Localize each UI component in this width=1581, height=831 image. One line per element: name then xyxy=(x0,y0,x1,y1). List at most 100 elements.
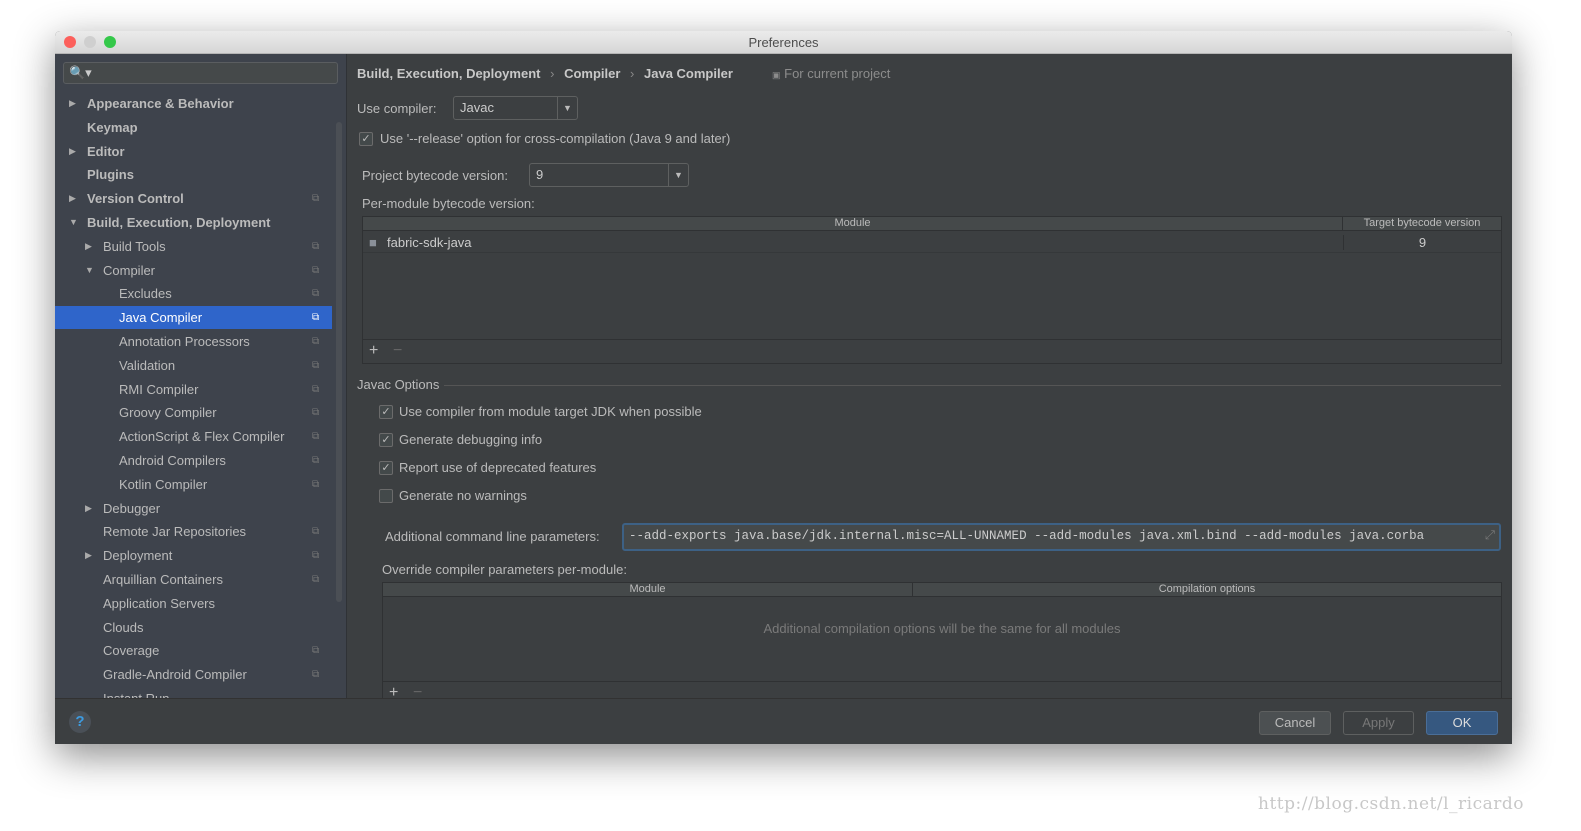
sidebar-item[interactable]: Android Compilers ⧉ xyxy=(55,449,332,472)
sidebar-item[interactable]: Application Servers xyxy=(55,592,332,615)
javac-option-checkbox[interactable]: ✓ xyxy=(379,461,393,475)
table-header: Module Compilation options xyxy=(383,583,1501,597)
project-scope-icon: ⧉ xyxy=(312,431,320,443)
javac-option-checkbox[interactable]: ✓ xyxy=(379,405,393,419)
sidebar-item[interactable]: ▶ Deployment ⧉ xyxy=(55,544,332,567)
collapsed-arrow-icon[interactable]: ▶ xyxy=(85,544,92,567)
sidebar-item[interactable]: Groovy Compiler ⧉ xyxy=(55,401,332,424)
sidebar-item-label: Java Compiler xyxy=(119,310,203,326)
column-header-module[interactable]: Module xyxy=(383,583,913,596)
column-header-target-version[interactable]: Target bytecode version xyxy=(1343,217,1501,230)
sidebar-item-label: Coverage xyxy=(103,643,160,659)
bytecode-version-select[interactable]: 9 ▼ xyxy=(529,163,689,187)
collapsed-arrow-icon[interactable]: ▶ xyxy=(69,140,76,163)
sidebar-item[interactable]: Instant Run xyxy=(55,687,332,698)
sidebar-item-label: Build Tools xyxy=(103,238,166,254)
compiler-value: Javac xyxy=(460,100,494,115)
release-option-checkbox[interactable]: ✓ xyxy=(359,132,373,146)
command-line-params-value: --add-exports java.base/jdk.internal.mis… xyxy=(629,529,1425,543)
sidebar-item-label: Clouds xyxy=(103,619,144,635)
sidebar-item[interactable]: ▶ Appearance & Behavior xyxy=(55,92,332,115)
minimize-window-button[interactable] xyxy=(84,36,96,48)
sidebar-item[interactable]: RMI Compiler ⧉ xyxy=(55,378,332,401)
project-scope-icon: ⧉ xyxy=(312,550,320,562)
sidebar-item[interactable]: Kotlin Compiler ⧉ xyxy=(55,473,332,496)
apply-button[interactable]: Apply xyxy=(1343,711,1414,735)
sidebar-item-label: Build, Execution, Deployment xyxy=(87,215,271,230)
sidebar-item[interactable]: ActionScript & Flex Compiler ⧉ xyxy=(55,425,332,448)
ok-button[interactable]: OK xyxy=(1426,711,1498,735)
sidebar-item[interactable]: ▶ Editor xyxy=(55,140,332,163)
sidebar-item-label: Kotlin Compiler xyxy=(119,476,208,492)
target-version-cell[interactable]: 9 xyxy=(1343,235,1501,250)
sidebar-item[interactable]: Annotation Processors ⧉ xyxy=(55,330,332,353)
sidebar-item[interactable]: Coverage ⧉ xyxy=(55,639,332,662)
collapsed-arrow-icon[interactable]: ▶ xyxy=(69,187,76,210)
sidebar-item[interactable]: Remote Jar Repositories ⧉ xyxy=(55,520,332,543)
command-line-params-input[interactable]: --add-exports java.base/jdk.internal.mis… xyxy=(622,523,1501,551)
column-header-compilation-options[interactable]: Compilation options xyxy=(913,583,1501,596)
project-scope-icon: ⧉ xyxy=(312,359,320,371)
javac-option-checkbox[interactable] xyxy=(379,489,393,503)
sidebar-item[interactable]: ▼ Build, Execution, Deployment xyxy=(55,211,332,234)
sidebar-item[interactable]: Gradle-Android Compiler ⧉ xyxy=(55,663,332,686)
sidebar-item[interactable]: ▼ Compiler ⧉ xyxy=(55,259,332,282)
zoom-window-button[interactable] xyxy=(104,36,116,48)
search-icon: 🔍▾ xyxy=(69,65,92,80)
sidebar-item[interactable]: Validation ⧉ xyxy=(55,354,332,377)
sidebar-item[interactable]: Arquillian Containers ⧉ xyxy=(55,568,332,591)
sidebar-item[interactable]: Keymap xyxy=(55,116,332,139)
project-scope-icon: ⧉ xyxy=(312,264,320,276)
project-scope-icon: ⧉ xyxy=(312,645,320,657)
sidebar-item-label: Validation xyxy=(119,357,176,373)
breadcrumb-item[interactable]: Build, Execution, Deployment xyxy=(357,66,540,81)
expanded-arrow-icon[interactable]: ▼ xyxy=(85,259,94,282)
javac-option-label: Use compiler from module target JDK when… xyxy=(399,404,702,419)
command-line-params-label: Additional command line parameters: xyxy=(385,529,600,544)
close-window-button[interactable] xyxy=(64,36,76,48)
collapsed-arrow-icon[interactable]: ▶ xyxy=(85,497,92,520)
sidebar-item[interactable]: Excludes ⧉ xyxy=(55,282,332,305)
sidebar-item[interactable]: Java Compiler ⧉ xyxy=(55,306,332,330)
table-row[interactable]: ■ fabric-sdk-java 9 xyxy=(363,232,1501,253)
sidebar-item[interactable]: ▶ Build Tools ⧉ xyxy=(55,235,332,258)
breadcrumb-item: Java Compiler xyxy=(644,66,733,81)
bytecode-version-value: 9 xyxy=(536,167,544,182)
project-scope-icon: ⧉ xyxy=(312,574,320,585)
breadcrumb-item[interactable]: Compiler xyxy=(564,66,620,81)
sidebar-item[interactable]: Clouds xyxy=(55,616,332,639)
scope-indicator: ▣ For current project xyxy=(772,66,890,81)
chevron-down-icon: ▼ xyxy=(668,164,688,186)
project-scope-icon: ⧉ xyxy=(312,669,320,681)
cancel-button[interactable]: Cancel xyxy=(1259,711,1331,735)
sidebar-item-label: ActionScript & Flex Compiler xyxy=(119,429,285,445)
settings-search-input[interactable]: 🔍▾ xyxy=(63,62,338,84)
sidebar-item-label: Gradle-Android Compiler xyxy=(103,667,247,683)
project-scope-icon: ⧉ xyxy=(312,240,320,252)
collapsed-arrow-icon[interactable]: ▶ xyxy=(69,92,76,115)
sidebar-scrollbar[interactable] xyxy=(336,122,342,602)
sidebar-item[interactable]: Plugins xyxy=(55,163,332,186)
project-scope-icon: ⧉ xyxy=(312,478,320,490)
sidebar-item[interactable]: ▶ Version Control ⧉ xyxy=(55,187,332,210)
collapsed-arrow-icon[interactable]: ▶ xyxy=(85,235,92,258)
empty-table-text: Additional compilation options will be t… xyxy=(763,621,1121,636)
preferences-window: Preferences 🔍▾ ▶ Appearance & Behavior Key… xyxy=(55,31,1512,744)
compiler-select[interactable]: Javac ▼ xyxy=(453,96,578,120)
remove-icon[interactable]: − xyxy=(393,342,402,360)
project-scope-icon: ⧉ xyxy=(312,193,320,205)
sidebar-item-label: Keymap xyxy=(87,119,138,135)
table-toolbar: + − xyxy=(363,339,1501,363)
help-button[interactable]: ? xyxy=(69,711,91,733)
title-bar: Preferences xyxy=(55,31,1512,54)
sidebar-item[interactable]: ▶ Debugger xyxy=(55,497,332,520)
column-header-module[interactable]: Module xyxy=(363,217,1343,230)
add-icon[interactable]: + xyxy=(369,342,378,360)
expand-icon[interactable]: ⤢ xyxy=(1485,529,1495,543)
expanded-arrow-icon[interactable]: ▼ xyxy=(69,211,78,234)
sidebar-item-label: Android Compilers xyxy=(119,453,226,468)
javac-option-checkbox[interactable]: ✓ xyxy=(379,433,393,447)
chevron-down-icon: ▼ xyxy=(557,97,577,119)
sidebar-item-label: Arquillian Containers xyxy=(103,572,223,587)
breadcrumb: Build, Execution, Deployment › Compiler … xyxy=(357,66,733,81)
